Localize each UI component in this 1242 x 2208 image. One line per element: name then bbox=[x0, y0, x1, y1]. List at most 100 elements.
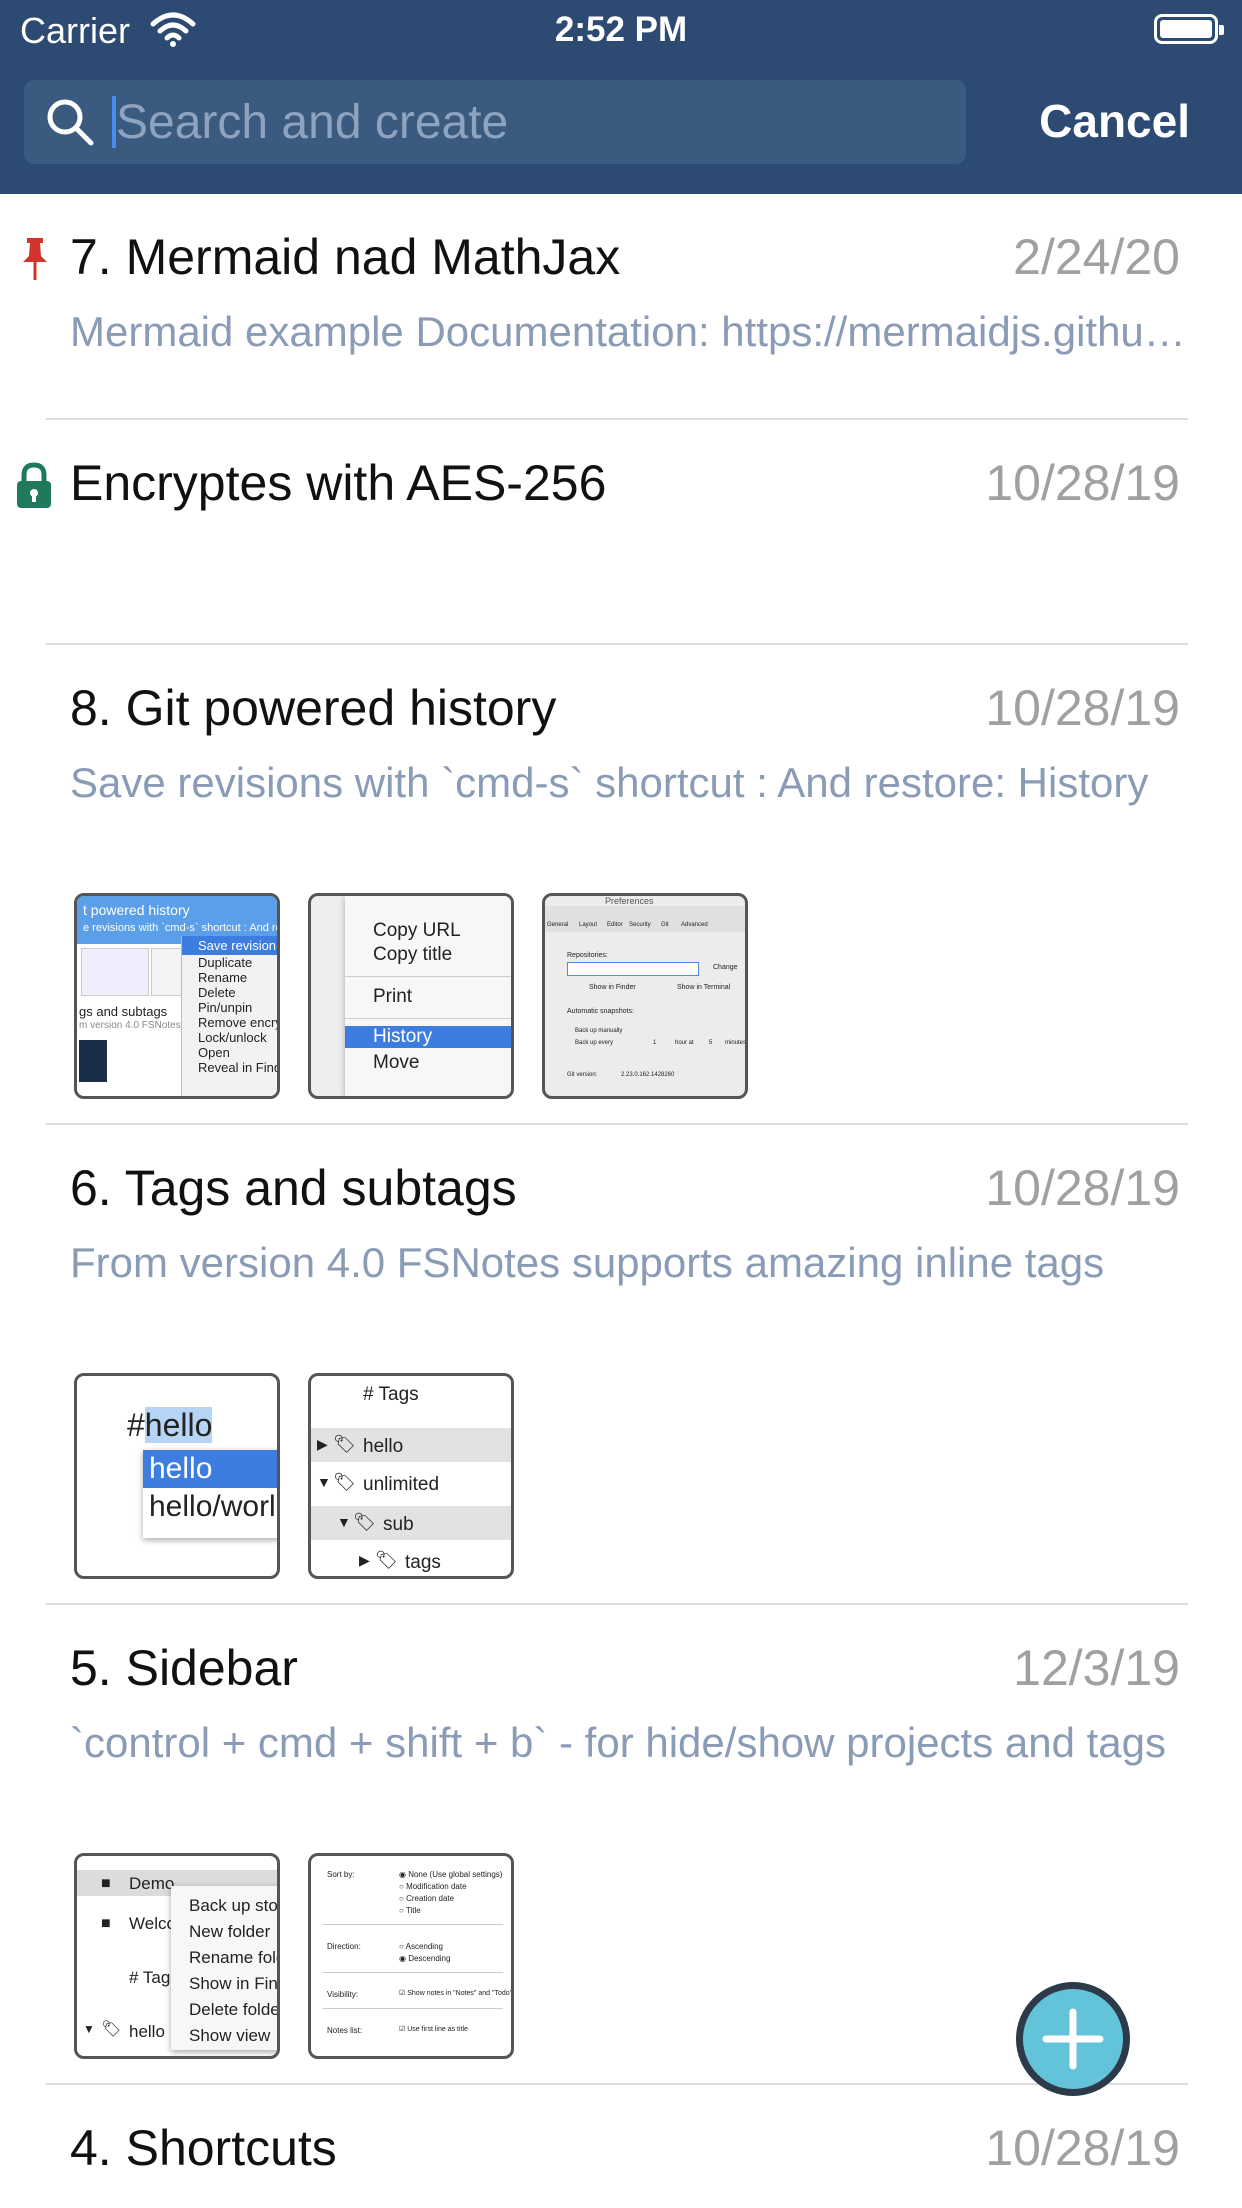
repo-field bbox=[567, 962, 699, 976]
battery-icon bbox=[1154, 14, 1224, 44]
note-title: 8. Git powered history bbox=[70, 680, 557, 736]
note-date: 10/28/19 bbox=[985, 2120, 1180, 2176]
thumb-text: 1 bbox=[653, 1040, 657, 1046]
thumb-text: Automatic snapshots: bbox=[567, 1008, 634, 1015]
note-preview: Save revisions with `cmd-s` shortcut : A… bbox=[70, 759, 1149, 806]
tag-icon: 🏷︎ bbox=[333, 1472, 356, 1492]
tag-label: tags bbox=[405, 1552, 441, 1573]
thumb-text: hour at bbox=[675, 1040, 694, 1046]
thumb-text: ○ Creation date bbox=[399, 1894, 455, 1903]
thumb-text: Notes list: bbox=[327, 2026, 363, 2035]
thumb-text: Security bbox=[629, 922, 651, 928]
thumbnail[interactable]: ■ Demo ■ Welcome # Tags ▼ 🏷︎ hello Back … bbox=[74, 1853, 280, 2059]
thumbnail[interactable]: Copy URL Copy title Print History Move bbox=[308, 893, 514, 1099]
note-preview: Mermaid example Documentation: https://m… bbox=[70, 308, 1200, 355]
thumb-text: General bbox=[547, 922, 569, 928]
checkbox-label: Show notes in "Notes" and "Todo" bbox=[407, 1990, 513, 1997]
thumb-text: Layout bbox=[579, 922, 598, 928]
note-title: 4. Shortcuts bbox=[70, 2120, 337, 2176]
note-row[interactable]: 8. Git powered history 10/28/19 Save rev… bbox=[0, 645, 1242, 1123]
tag-label: sub bbox=[383, 1514, 414, 1535]
navigation-bar: Carrier 2:52 PM Cancel bbox=[0, 0, 1242, 194]
disclosure-right-icon: ▶ bbox=[317, 1436, 328, 1452]
status-bar: Carrier 2:52 PM bbox=[0, 0, 1242, 60]
thumb-text: Advanced bbox=[681, 922, 708, 928]
note-date: 10/28/19 bbox=[985, 455, 1180, 511]
thumb-sidebar bbox=[79, 1040, 107, 1082]
add-note-button[interactable] bbox=[1016, 1982, 1130, 2096]
thumb-text: Change bbox=[713, 964, 738, 971]
thumbnail[interactable]: Preferences General Layout Editor Securi… bbox=[542, 893, 748, 1099]
note-title: Encryptes with AES-256 bbox=[70, 455, 607, 511]
thumb-text: Direction: bbox=[327, 1942, 361, 1951]
menu-item: New folder bbox=[189, 1922, 271, 1941]
thumbnail[interactable]: #hello hello hello/world bbox=[74, 1373, 280, 1579]
disclosure-down-icon: ▼ bbox=[83, 2022, 95, 2036]
thumbnail[interactable]: # Tags ▶ 🏷︎ hello ▼ 🏷︎ unlimited ▼ 🏷︎ su… bbox=[308, 1373, 514, 1579]
thumb-text: 5 bbox=[709, 1040, 713, 1046]
radio-label: None (Use global settings) bbox=[408, 1870, 503, 1879]
radio-label: Creation date bbox=[406, 1894, 455, 1903]
search-bar[interactable] bbox=[24, 80, 966, 164]
thumbnail[interactable]: t powered history e revisions with `cmd-… bbox=[74, 893, 280, 1099]
thumb-text: 2.23.0.162.1428260 bbox=[621, 1072, 675, 1078]
disclosure-down-icon: ▼ bbox=[337, 1514, 351, 1530]
thumb-text: Back up manually bbox=[575, 1028, 623, 1034]
radio-label: Descending bbox=[408, 1954, 451, 1963]
autocomplete-list: hello hello/world bbox=[143, 1450, 277, 1538]
thumb-text: Back up every bbox=[575, 1040, 614, 1046]
folder-label: Demo bbox=[129, 1874, 175, 1893]
menu-divider bbox=[345, 976, 511, 977]
radio-label: Ascending bbox=[405, 1942, 443, 1951]
tag-label: unlimited bbox=[363, 1474, 440, 1495]
divider bbox=[323, 1924, 503, 1925]
menu-item: Delete bbox=[198, 985, 236, 1000]
menu-item: Show view bbox=[189, 2026, 271, 2045]
search-input[interactable] bbox=[116, 88, 936, 156]
plus-icon bbox=[1042, 2008, 1104, 2070]
clock: 2:52 PM bbox=[554, 10, 688, 49]
menu-divider bbox=[345, 1018, 511, 1019]
menu-item: History bbox=[345, 1026, 511, 1048]
tag-label: hello bbox=[129, 2022, 165, 2041]
note-title: 5. Sidebar bbox=[70, 1640, 298, 1696]
menu-item: Remove encryp bbox=[198, 1015, 280, 1030]
note-title: 6. Tags and subtags bbox=[70, 1160, 517, 1216]
thumbnail[interactable]: Sort by: ◉ None (Use global settings) ○ … bbox=[308, 1853, 514, 2059]
note-row[interactable]: Encryptes with AES-256 10/28/19 bbox=[0, 420, 1242, 644]
radio-label: Title bbox=[405, 1906, 421, 1915]
thumb-text: ○ Ascending bbox=[399, 1942, 443, 1951]
folder-icon: ■ bbox=[101, 1875, 111, 1892]
menu-item: Copy title bbox=[373, 944, 453, 965]
thumb-text: Visibility: bbox=[327, 1990, 358, 1999]
tag-icon: 🏷︎ bbox=[101, 2021, 122, 2038]
menu-item: Delete folder bbox=[189, 2000, 280, 2019]
menu-item: Back up storage bbox=[189, 1896, 278, 1915]
thumb-image bbox=[81, 948, 149, 996]
context-menu: Save revision Duplicate Rename Delete Pi… bbox=[181, 936, 280, 1096]
thumb-text: ○ Modification date bbox=[399, 1882, 467, 1891]
radio-label: Modification date bbox=[406, 1882, 467, 1891]
tag-icon: 🏷︎ bbox=[333, 1434, 356, 1454]
menu-item: Save revision bbox=[182, 936, 277, 955]
thumb-text: #hello bbox=[127, 1406, 213, 1444]
note-row[interactable]: 6. Tags and subtags 10/28/19 From versio… bbox=[0, 1125, 1242, 1603]
thumb-text: Show in Terminal bbox=[677, 984, 731, 991]
thumb-text: ☑ Show notes in "Notes" and "Todo" bbox=[399, 1990, 513, 1997]
menu-item: Rename folder bbox=[189, 1948, 277, 1967]
cancel-button[interactable]: Cancel bbox=[1039, 94, 1190, 148]
hash-symbol: # bbox=[127, 1407, 145, 1443]
disclosure-right-icon: ▶ bbox=[359, 1552, 370, 1568]
note-row[interactable]: 4. Shortcuts 10/28/19 bbox=[0, 2085, 1242, 2208]
thumb-text: gs and subtags bbox=[79, 1004, 168, 1019]
note-preview: From version 4.0 FSNotes supports amazin… bbox=[70, 1239, 1105, 1286]
thumb-text: Git version: bbox=[567, 1072, 598, 1078]
note-row[interactable]: 7. Mermaid nad MathJax 2/24/20 Mermaid e… bbox=[0, 194, 1242, 420]
typed-tag: hello bbox=[144, 1407, 213, 1443]
folder-icon: ■ bbox=[101, 1915, 111, 1932]
context-menu: Copy URL Copy title Print History Move bbox=[345, 896, 511, 1096]
suggestion-item: hello bbox=[143, 1450, 277, 1488]
note-title: 7. Mermaid nad MathJax bbox=[70, 229, 621, 285]
note-date: 10/28/19 bbox=[985, 1160, 1180, 1216]
divider bbox=[323, 1972, 503, 1973]
